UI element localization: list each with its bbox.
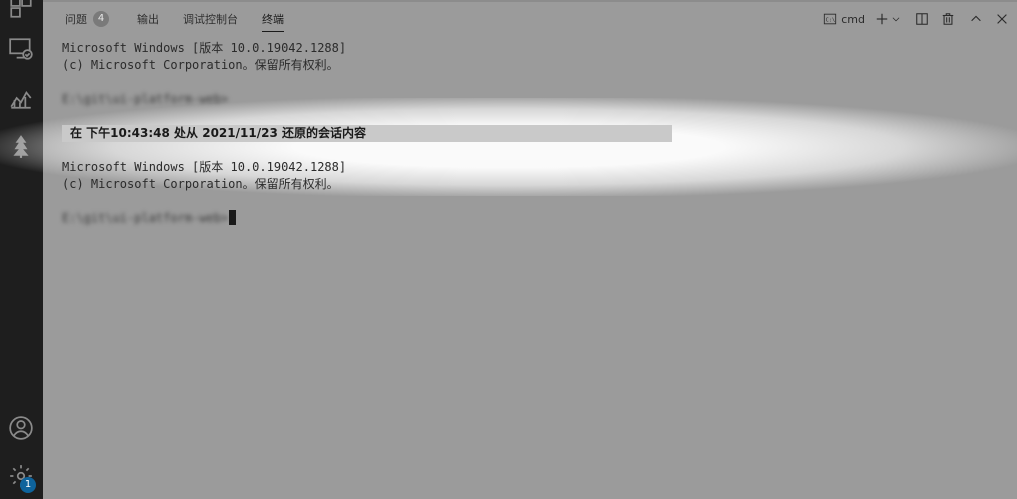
extensions-icon[interactable] xyxy=(6,0,36,22)
activity-bar: 1 xyxy=(0,0,43,499)
panel-toolbar: C:\ cmd xyxy=(823,9,1009,29)
terminal-cursor xyxy=(229,210,237,225)
terminal-line: (c) Microsoft Corporation。保留所有权利。 xyxy=(62,58,339,72)
split-icon xyxy=(916,13,928,25)
terminal-line: (c) Microsoft Corporation。保留所有权利。 xyxy=(62,177,339,191)
terminal-output[interactable]: Microsoft Windows [版本 10.0.19042.1288] (… xyxy=(0,38,1017,499)
svg-text:C:\: C:\ xyxy=(826,18,835,24)
terminal-line: Microsoft Windows [版本 10.0.19042.1288] xyxy=(62,160,347,174)
terminal-dropdown-button[interactable] xyxy=(891,9,901,29)
restore-message: 在 下午10:43:48 处从 2021/11/23 还原的会话内容 xyxy=(70,126,366,140)
tab-debug-console[interactable]: 调试控制台 xyxy=(183,0,238,38)
tab-terminal[interactable]: 终端 xyxy=(262,0,284,38)
maximize-panel-button[interactable] xyxy=(969,9,983,29)
shell-label: cmd xyxy=(841,12,865,26)
account-icon[interactable] xyxy=(6,413,36,443)
problems-count-badge: 4 xyxy=(93,11,109,27)
prompt-path: E:\git\ui-platform-web> xyxy=(62,211,229,225)
close-panel-button[interactable] xyxy=(995,9,1009,29)
settings-badge: 1 xyxy=(20,477,36,493)
remote-explorer-icon[interactable] xyxy=(6,34,36,64)
active-tab-indicator xyxy=(262,31,284,32)
terminal-panel: 问题 4 输出 调试控制台 终端 C:\ cmd Microsoft Windo… xyxy=(0,0,1017,499)
tab-output[interactable]: 输出 xyxy=(137,0,159,38)
plus-icon xyxy=(876,13,888,25)
tab-problems[interactable]: 问题 4 xyxy=(65,0,109,38)
chevron-up-icon xyxy=(971,15,981,22)
shell-selector[interactable]: C:\ cmd xyxy=(823,9,865,29)
chevron-down-icon xyxy=(892,17,900,22)
trash-icon xyxy=(942,13,954,25)
split-terminal-button[interactable] xyxy=(915,9,929,29)
terminal-line: Microsoft Windows [版本 10.0.19042.1288] xyxy=(62,41,347,55)
close-icon xyxy=(997,14,1007,24)
terminal-prompt: E:\git\ui-platform-web> xyxy=(62,210,237,227)
terminal-icon: C:\ xyxy=(824,13,837,25)
kill-terminal-button[interactable] xyxy=(941,9,955,29)
new-terminal-button[interactable] xyxy=(875,9,889,29)
